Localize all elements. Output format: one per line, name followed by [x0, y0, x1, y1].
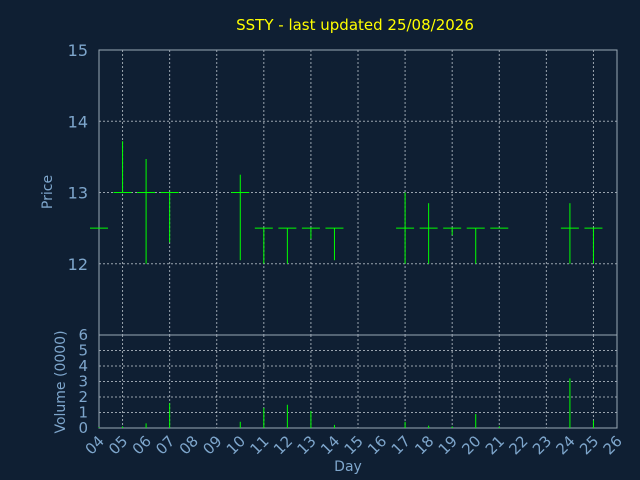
- price-tick-label: 12: [68, 255, 88, 274]
- ohlc-bar: [584, 227, 603, 264]
- volume-tick-label: 0: [78, 419, 88, 437]
- price-y-ticks: 12 13 14 15: [68, 41, 88, 274]
- ohlc-bar: [466, 227, 485, 264]
- x-tick-label: 19: [435, 432, 461, 458]
- volume-tick-label: 2: [78, 388, 88, 406]
- x-tick-label: 13: [294, 432, 320, 458]
- price-tick-label: 13: [68, 184, 88, 203]
- ohlc-bar: [278, 227, 297, 264]
- x-tick-label: 06: [129, 432, 155, 458]
- x-tick-label: 17: [388, 432, 414, 458]
- x-tick-label: 20: [458, 432, 484, 458]
- x-tick-label: 16: [364, 432, 390, 458]
- x-tick-label: 22: [505, 432, 531, 458]
- ohlc-bar: [419, 203, 438, 264]
- x-tick-label: 05: [105, 432, 131, 458]
- x-tick-label: 07: [152, 432, 178, 458]
- x-tick-label: 08: [176, 432, 202, 458]
- ohlc-bar: [231, 174, 250, 261]
- price-axis-label: Price: [40, 175, 56, 209]
- x-tick-label: 09: [199, 432, 225, 458]
- ohlc-bar: [396, 192, 415, 264]
- ohlc-bar: [443, 227, 462, 236]
- ohlc-bar: [137, 159, 156, 264]
- ohlc-bar: [301, 227, 320, 239]
- ohlc-bar: [113, 141, 132, 193]
- x-tick-label: 24: [553, 432, 579, 458]
- x-tick-label: 14: [317, 432, 343, 458]
- x-tick-label: 12: [270, 432, 296, 458]
- x-tick-label: 11: [246, 432, 272, 458]
- volume-tick-label: 4: [78, 357, 88, 375]
- ohlc-bar: [560, 203, 579, 264]
- volume-tick-label: 1: [78, 404, 88, 422]
- volume-series: [98, 378, 594, 428]
- ohlc-series: [90, 141, 603, 264]
- chart-title: SSTY - last updated 25/08/2026: [236, 16, 474, 34]
- x-ticks: 0405060708091011121314151617181920212223…: [82, 432, 626, 458]
- ohlc-bar: [160, 192, 179, 243]
- x-tick-label: 21: [482, 432, 508, 458]
- volume-tick-label: 3: [78, 373, 88, 391]
- volume-tick-label: 5: [78, 342, 88, 360]
- stock-chart: SSTY - last updated 25/08/2026 12131415 …: [40, 16, 626, 475]
- x-axis-label: Day: [334, 459, 362, 475]
- x-tick-label: 18: [411, 432, 437, 458]
- x-tick-label: 26: [600, 432, 626, 458]
- volume-grid: [99, 335, 617, 428]
- x-tick-label: 15: [341, 432, 367, 458]
- x-tick-label: 23: [529, 432, 555, 458]
- price-tick-label: 14: [68, 112, 88, 131]
- x-tick-label: 25: [576, 432, 602, 458]
- price-tick-label: 15: [68, 41, 88, 60]
- ohlc-bar: [254, 227, 273, 264]
- volume-axis-label: Volume (0000): [53, 330, 69, 433]
- x-tick-label: 10: [223, 432, 249, 458]
- volume-tick-label: 6: [78, 326, 88, 344]
- volume-y-ticks: 0123456: [78, 326, 88, 437]
- ohlc-bar: [325, 227, 344, 261]
